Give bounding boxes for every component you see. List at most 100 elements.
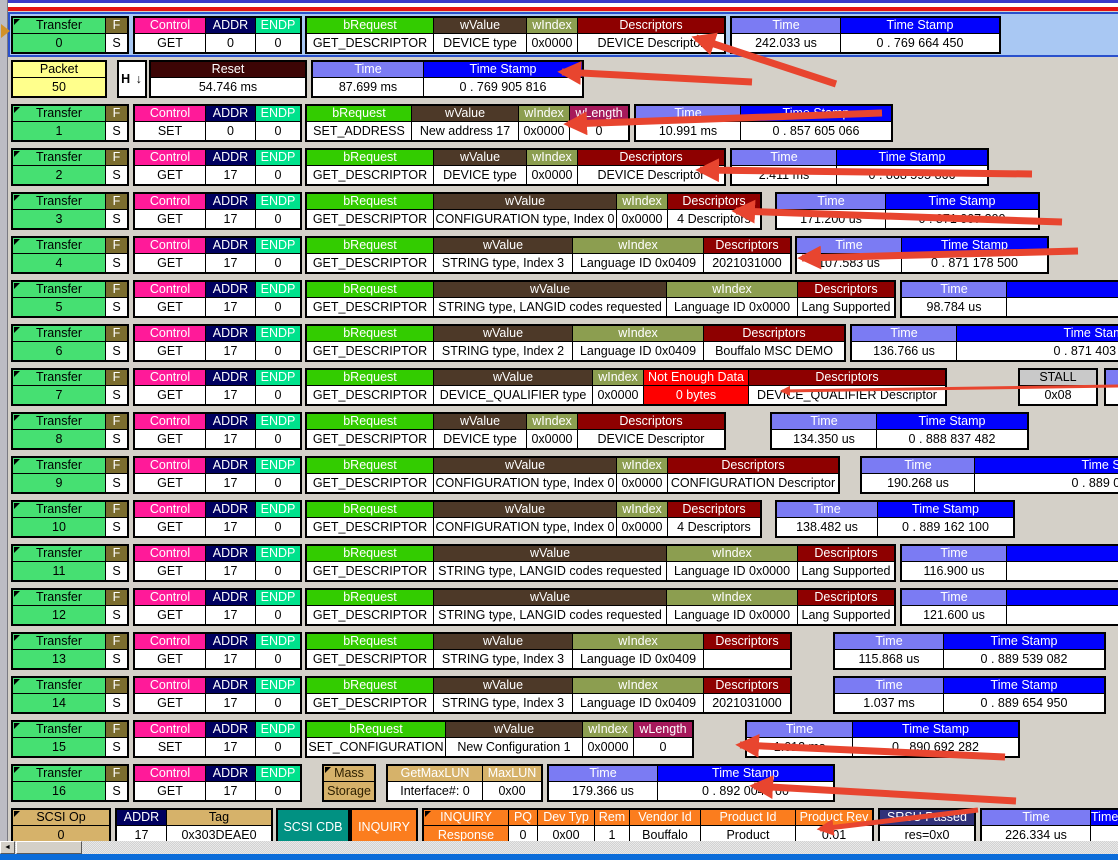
transfer-8-time-stamp[interactable]: Time Stamp0 . 888 837 482 — [877, 414, 1027, 448]
transfer-10[interactable]: Transfer10FSControlGETADDR17ENDP0bReques… — [0, 500, 1118, 538]
transfer-13-f[interactable]: FS — [106, 634, 127, 668]
transfer-15-endp[interactable]: ENDP0 — [256, 722, 300, 756]
transfer-7-descriptors[interactable]: DescriptorsDEVICE_QUALIFIER Descriptor — [749, 370, 945, 404]
transfer-5-descriptors[interactable]: DescriptorsLang Supported — [798, 282, 894, 316]
expand-marker-icon[interactable] — [14, 811, 20, 817]
transfer-12-windex[interactable]: wIndexLanguage ID 0x0000 — [667, 590, 797, 624]
transfer-15-time-stamp[interactable]: Time Stamp0 . 890 692 282 — [853, 722, 1018, 756]
transfer-8-f[interactable]: FS — [106, 414, 127, 448]
transfer-1-wvalue[interactable]: wValueNew address 17 — [412, 106, 518, 140]
transfer-4-windex[interactable]: wIndexLanguage ID 0x0409 — [573, 238, 703, 272]
transfer-0-transfer[interactable]: Transfer0 — [13, 18, 105, 52]
transfer-8-addr[interactable]: ADDR17 — [206, 414, 255, 448]
expand-marker-icon[interactable] — [14, 767, 20, 773]
transfer-14-time-stamp[interactable]: Time Stamp0 . 889 654 950 — [944, 678, 1104, 712]
transfer-14-addr[interactable]: ADDR17 — [206, 678, 255, 712]
transfer-2-f[interactable]: FS — [106, 150, 127, 184]
transfer-8[interactable]: Transfer8FSControlGETADDR17ENDP0bRequest… — [0, 412, 1118, 450]
transfer-6-descriptors[interactable]: DescriptorsBouffalo MSC DEMO — [704, 326, 844, 360]
transfer-10-descriptors[interactable]: Descriptors4 Descriptors — [668, 502, 760, 536]
transfer-1-brequest[interactable]: bRequestSET_ADDRESS — [307, 106, 411, 140]
transfer-5-time-stamp[interactable]: Time Stamp — [1007, 282, 1118, 316]
transfer-10-transfer[interactable]: Transfer10 — [13, 502, 105, 536]
transfer-5[interactable]: Transfer5FSControlGETADDR17ENDP0bRequest… — [0, 280, 1118, 318]
transfer-2-time-stamp[interactable]: Time Stamp0 . 868 595 866 — [837, 150, 987, 184]
transfer-11-addr[interactable]: ADDR17 — [206, 546, 255, 580]
transfer-16-getmaxlun[interactable]: GetMaxLUNInterface#: 0 — [388, 766, 482, 800]
scsi-op-0-tag[interactable]: Tag0x303DEAE0 — [167, 810, 271, 844]
expand-marker-icon[interactable] — [14, 151, 20, 157]
transfer-16[interactable]: Transfer16FSControlGETADDR17ENDP0MassSto… — [0, 764, 1118, 802]
transfer-10-wvalue[interactable]: wValueCONFIGURATION type, Index 0 — [434, 502, 616, 536]
scsi-op-0-product-id[interactable]: Product IdProduct — [701, 810, 795, 844]
transfer-16-f[interactable]: FS — [106, 766, 127, 800]
transfer-2-windex[interactable]: wIndex0x0000 — [527, 150, 577, 184]
transfer-1-windex[interactable]: wIndex0x0000 — [519, 106, 569, 140]
transfer-16-maxlun[interactable]: MaxLUN0x00 — [483, 766, 541, 800]
transfer-9-transfer[interactable]: Transfer9 — [13, 458, 105, 492]
transfer-12-control[interactable]: ControlGET — [135, 590, 205, 624]
transfer-0-windex[interactable]: wIndex0x0000 — [527, 18, 577, 52]
transfer-4-control[interactable]: ControlGET — [135, 238, 205, 272]
transfer-11-f[interactable]: FS — [106, 546, 127, 580]
transfer-1[interactable]: Transfer1FSControlSETADDR0ENDP0bRequestS… — [0, 104, 1118, 142]
scsi-op-0-srsu-passed[interactable]: SRSU Passedres=0x0 — [880, 810, 974, 844]
transfer-5-endp[interactable]: ENDP0 — [256, 282, 300, 316]
transfer-2-endp[interactable]: ENDP0 — [256, 150, 300, 184]
transfer-7-f[interactable]: FS — [106, 370, 127, 404]
transfer-12[interactable]: Transfer12FSControlGETADDR17ENDP0bReques… — [0, 588, 1118, 626]
transfer-10-time[interactable]: Time138.482 us — [777, 502, 877, 536]
expand-marker-icon[interactable] — [14, 459, 20, 465]
transfer-2-time[interactable]: Time2.411 ms — [732, 150, 836, 184]
transfer-1-transfer[interactable]: Transfer1 — [13, 106, 105, 140]
transfer-11-wvalue[interactable]: wValueSTRING type, LANGID codes requeste… — [434, 546, 666, 580]
scrollbar-thumb[interactable] — [16, 841, 82, 854]
transfer-2[interactable]: Transfer2FSControlGETADDR17ENDP0bRequest… — [0, 148, 1118, 186]
transfer-12-descriptors[interactable]: DescriptorsLang Supported — [798, 590, 894, 624]
scroll-left-button[interactable]: ◄ — [0, 841, 15, 854]
transfer-7-windex[interactable]: wIndex0x0000 — [593, 370, 643, 404]
transfer-10-windex[interactable]: wIndex0x0000 — [617, 502, 667, 536]
transfer-7-addr[interactable]: ADDR17 — [206, 370, 255, 404]
transfer-10-endp[interactable]: ENDP0 — [256, 502, 300, 536]
transfer-10-time-stamp[interactable]: Time Stamp0 . 889 162 100 — [878, 502, 1013, 536]
transfer-4[interactable]: Transfer4FSControlGETADDR17ENDP0bRequest… — [0, 236, 1118, 274]
transfer-11-brequest[interactable]: bRequestGET_DESCRIPTOR — [307, 546, 433, 580]
transfer-4-time-stamp[interactable]: Time Stamp0 . 871 178 500 — [902, 238, 1047, 272]
transfer-11-time[interactable]: Time116.900 us — [902, 546, 1006, 580]
scsi-op-0-time[interactable]: Time226.334 us — [982, 810, 1090, 844]
transfer-14[interactable]: Transfer14FSControlGETADDR17ENDP0bReques… — [0, 676, 1118, 714]
transfer-11-windex[interactable]: wIndexLanguage ID 0x0000 — [667, 546, 797, 580]
expand-marker-icon[interactable] — [14, 591, 20, 597]
expand-marker-icon[interactable] — [325, 767, 331, 773]
transfer-10-control[interactable]: ControlGET — [135, 502, 205, 536]
expand-marker-icon[interactable] — [14, 415, 20, 421]
transfer-16-endp[interactable]: ENDP0 — [256, 766, 300, 800]
transfer-0-descriptors[interactable]: DescriptorsDEVICE Descriptor — [578, 18, 724, 52]
transfer-7-endp[interactable]: ENDP0 — [256, 370, 300, 404]
transfer-5-time[interactable]: Time98.784 us — [902, 282, 1006, 316]
transfer-9-brequest[interactable]: bRequestGET_DESCRIPTOR — [307, 458, 433, 492]
transfer-3-time[interactable]: Time171.200 us — [777, 194, 885, 228]
transfer-9-time[interactable]: Time190.268 us — [862, 458, 974, 492]
transfer-7[interactable]: Transfer7FSControlGETADDR17ENDP0bRequest… — [0, 368, 1118, 406]
transfer-16-time[interactable]: Time179.366 us — [549, 766, 657, 800]
transfer-14-time[interactable]: Time1.037 ms — [835, 678, 943, 712]
scsi-op-0-rem[interactable]: Rem1 — [595, 810, 629, 844]
transfer-8-transfer[interactable]: Transfer8 — [13, 414, 105, 448]
transfer-7-stall[interactable]: STALL0x08 — [1020, 370, 1096, 404]
transfer-3-addr[interactable]: ADDR17 — [206, 194, 255, 228]
transfer-15[interactable]: Transfer15FSControlSETADDR17ENDP0bReques… — [0, 720, 1118, 758]
transfer-7-not-enough-data[interactable]: Not Enough Data0 bytes — [644, 370, 748, 404]
transfer-10-f[interactable]: FS — [106, 502, 127, 536]
expand-marker-icon[interactable] — [14, 283, 20, 289]
transfer-0-addr[interactable]: ADDR0 — [206, 18, 255, 52]
transfer-9-descriptors[interactable]: DescriptorsCONFIGURATION Descriptor — [668, 458, 838, 492]
transfer-6-windex[interactable]: wIndexLanguage ID 0x0409 — [573, 326, 703, 360]
transfer-9[interactable]: Transfer9FSControlGETADDR17ENDP0bRequest… — [0, 456, 1118, 494]
transfer-2-addr[interactable]: ADDR17 — [206, 150, 255, 184]
transfer-8-windex[interactable]: wIndex0x0000 — [527, 414, 577, 448]
transfer-13-windex[interactable]: wIndexLanguage ID 0x0409 — [573, 634, 703, 668]
transfer-12-time-stamp[interactable]: Time Stamp — [1007, 590, 1118, 624]
transfer-0-control[interactable]: ControlGET — [135, 18, 205, 52]
